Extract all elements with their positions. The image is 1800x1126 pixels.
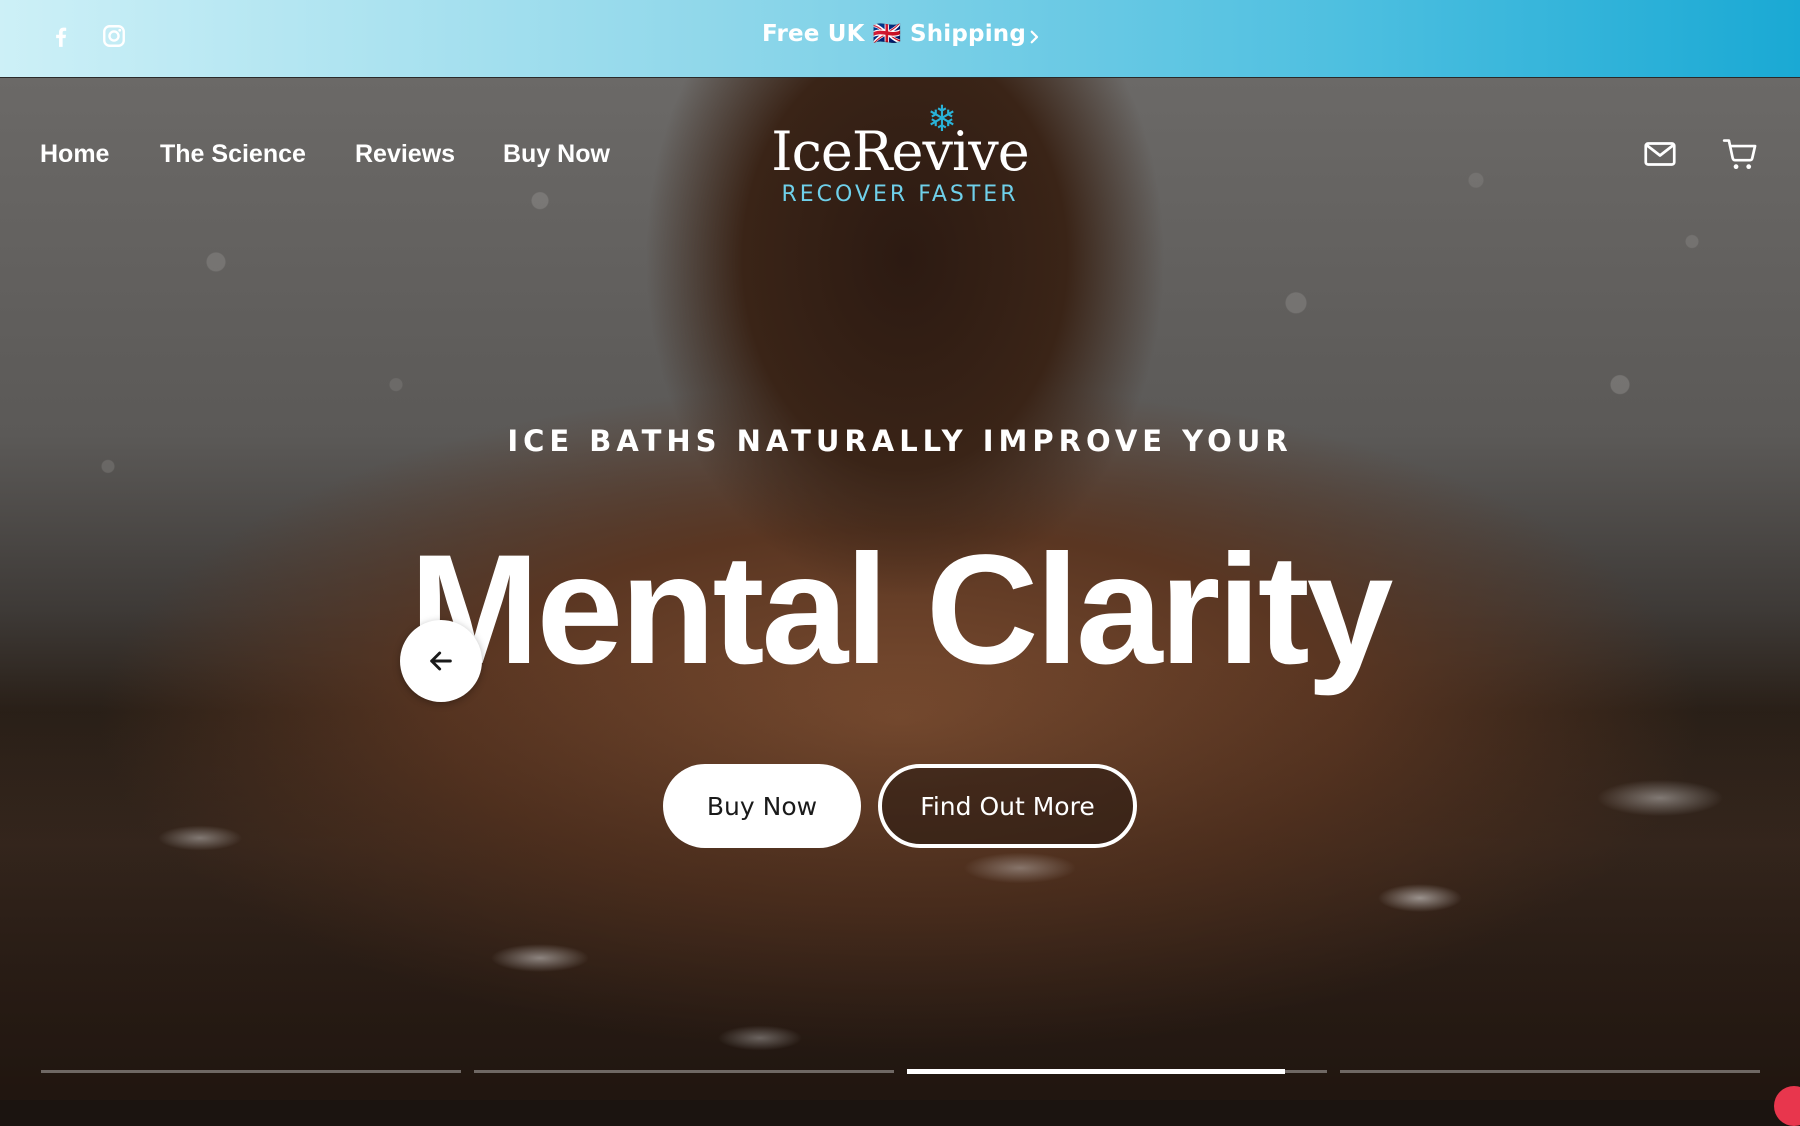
arrow-left-icon — [430, 651, 452, 671]
facebook-icon — [56, 27, 67, 47]
cart-button[interactable] — [1720, 134, 1760, 174]
mail-icon — [1644, 142, 1676, 166]
slide-indicator-1[interactable] — [41, 1070, 461, 1073]
hero-ice-water — [0, 658, 1800, 1100]
slide-indicator-3[interactable] — [907, 1069, 1327, 1074]
mail-button[interactable] — [1640, 134, 1680, 174]
cart-icon — [1722, 139, 1757, 170]
instagram-icon — [103, 25, 125, 47]
slide-indicator-4[interactable] — [1340, 1070, 1760, 1073]
chat-launcher-button[interactable] — [1774, 1086, 1800, 1126]
nav-reviews[interactable]: Reviews — [355, 140, 455, 169]
announcement-text[interactable]: Free UK 🇬🇧 Shipping — [762, 20, 1026, 47]
slide-indicator-2[interactable] — [474, 1070, 894, 1073]
instagram-link[interactable] — [96, 18, 132, 54]
announcement-bar: Free UK 🇬🇧 Shipping — [0, 0, 1800, 78]
brand-tagline: RECOVER FASTER — [781, 182, 1019, 207]
slide-indicator-fill — [907, 1069, 1285, 1074]
nav-the-science[interactable]: The Science — [160, 140, 306, 169]
find-out-more-button[interactable]: Find Out More — [878, 764, 1137, 848]
slide-prev-button[interactable] — [400, 620, 482, 702]
hero-eyebrow: ICE BATHS NATURALLY IMPROVE YOUR — [507, 424, 1293, 458]
buy-now-button[interactable]: Buy Now — [663, 764, 861, 848]
chevron-right-icon[interactable] — [1022, 24, 1046, 50]
facebook-link[interactable] — [43, 18, 79, 54]
nav-home[interactable]: Home — [40, 140, 109, 169]
brand-logo[interactable]: ❄ IceRevive RECOVER FASTER — [760, 100, 1040, 212]
brand-name: IceRevive — [771, 120, 1029, 183]
nav-buy-now[interactable]: Buy Now — [503, 140, 610, 169]
hero-headline: Mental Clarity — [409, 523, 1394, 697]
